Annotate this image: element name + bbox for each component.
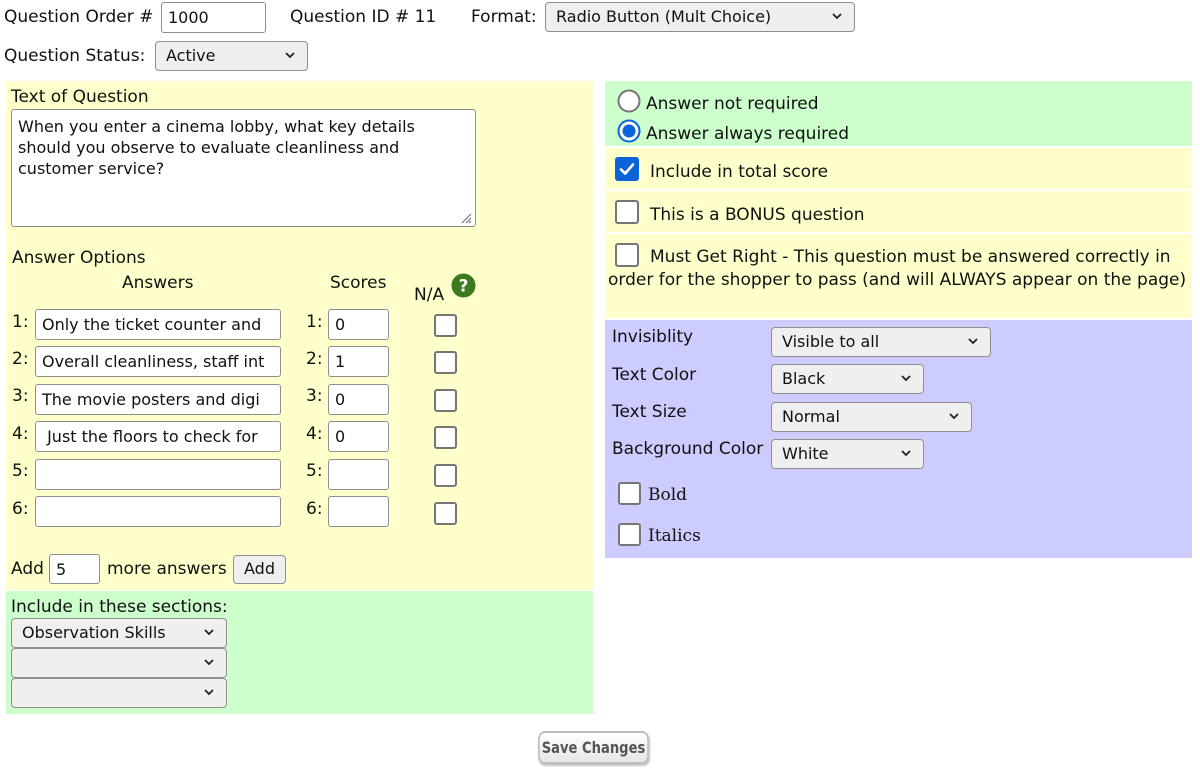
text-color-select[interactable]: Black <box>771 364 924 394</box>
bonus-label: This is a BONUS question <box>650 205 865 225</box>
format-label: Format: <box>471 7 537 27</box>
answer-number: 4: <box>12 424 29 444</box>
add-count-input[interactable]: 5 <box>49 554 100 584</box>
invisibility-label: Invisiblity <box>612 327 694 347</box>
invisibility-value: Visible to all <box>782 332 880 351</box>
text-size-value: Normal <box>782 407 840 426</box>
question-text-area[interactable]: When you enter a cinema lobby, what key … <box>11 109 476 227</box>
score-number: 2: <box>306 349 323 369</box>
score-number: 1: <box>306 312 323 332</box>
question-status-select[interactable]: Active <box>155 41 308 71</box>
answer-input[interactable]: Just the floors to check for <box>35 421 281 452</box>
answer-number: 6: <box>12 499 29 519</box>
question-id-label: Question ID # 11 <box>290 7 437 27</box>
na-checkbox[interactable] <box>434 389 457 412</box>
answer-input[interactable]: Overall cleanliness, staff int <box>35 346 281 377</box>
sections-label: Include in these sections: <box>11 597 228 617</box>
section-select-1[interactable]: Observation Skills <box>11 618 227 648</box>
chevron-down-icon <box>901 375 911 382</box>
answer-not-required-radio[interactable] <box>617 89 641 113</box>
question-text-label: Text of Question <box>11 87 149 107</box>
format-select[interactable]: Radio Button (Mult Choice) <box>545 2 855 32</box>
chevron-down-icon <box>204 629 214 636</box>
background-color-value: White <box>782 444 829 463</box>
score-number: 6: <box>306 499 323 519</box>
answer-number: 2: <box>12 349 29 369</box>
chevron-down-icon <box>204 659 214 666</box>
chevron-down-icon <box>901 450 911 457</box>
answer-input[interactable]: The movie posters and digi <box>35 384 281 415</box>
score-input[interactable]: 0 <box>328 384 389 415</box>
score-number: 3: <box>306 386 323 406</box>
answer-input[interactable] <box>35 496 281 527</box>
score-number: 4: <box>306 424 323 444</box>
chevron-down-icon <box>832 13 842 20</box>
answer-number: 3: <box>12 386 29 406</box>
answer-always-required-label: Answer always required <box>646 124 850 144</box>
answer-options-label: Answer Options <box>12 248 146 268</box>
help-icon[interactable]: ? <box>451 273 476 298</box>
text-color-label: Text Color <box>612 365 697 385</box>
na-column-header: N/A <box>414 285 445 305</box>
invisibility-select[interactable]: Visible to all <box>771 327 991 357</box>
score-input[interactable]: 0 <box>328 309 389 340</box>
answer-input[interactable] <box>35 459 281 490</box>
add-answers-button[interactable]: Add <box>233 555 286 584</box>
answer-input[interactable]: Only the ticket counter and <box>35 309 281 340</box>
save-changes-button[interactable]: Save Changes <box>538 731 649 764</box>
question-status-label: Question Status: <box>4 46 146 66</box>
chevron-down-icon <box>285 52 295 59</box>
italics-label: Italics <box>648 526 701 546</box>
chevron-down-icon <box>949 413 959 420</box>
answer-number: 5: <box>12 461 29 481</box>
resize-grip-icon[interactable] <box>458 210 472 224</box>
section-select-value: Observation Skills <box>22 623 166 642</box>
scores-column-header: Scores <box>330 273 387 293</box>
na-checkbox[interactable] <box>434 464 457 487</box>
text-color-value: Black <box>782 369 826 388</box>
question-status-value: Active <box>166 46 216 65</box>
answer-number: 1: <box>12 312 29 332</box>
score-input[interactable] <box>328 496 389 527</box>
score-number: 5: <box>306 461 323 481</box>
na-checkbox[interactable] <box>434 314 457 337</box>
question-order-label: Question Order # <box>4 7 154 27</box>
na-checkbox[interactable] <box>434 351 457 374</box>
na-checkbox[interactable] <box>434 426 457 449</box>
include-total-checkbox[interactable] <box>615 157 639 181</box>
question-order-input[interactable]: 1000 <box>161 2 266 33</box>
background-color-label: Background Color <box>612 439 764 459</box>
chevron-down-icon <box>204 689 214 696</box>
add-label: Add <box>11 559 44 579</box>
text-size-select[interactable]: Normal <box>771 402 972 432</box>
text-size-label: Text Size <box>612 402 687 422</box>
must-get-right-label: Must Get Right - This question must be a… <box>608 247 1187 290</box>
italics-checkbox[interactable] <box>618 523 641 546</box>
answer-not-required-label: Answer not required <box>646 94 819 114</box>
bold-checkbox[interactable] <box>618 482 641 505</box>
format-select-value: Radio Button (Mult Choice) <box>556 7 772 26</box>
score-input[interactable]: 0 <box>328 421 389 452</box>
bonus-checkbox[interactable] <box>615 200 639 224</box>
svg-text:?: ? <box>459 277 469 297</box>
answer-always-required-radio[interactable] <box>617 119 641 143</box>
more-answers-label: more answers <box>107 559 227 579</box>
bold-label: Bold <box>648 485 688 505</box>
section-select-3[interactable] <box>11 678 227 708</box>
checkmark-icon <box>619 163 635 175</box>
background-color-select[interactable]: White <box>771 439 924 469</box>
chevron-down-icon <box>968 338 978 345</box>
include-total-label: Include in total score <box>650 162 829 182</box>
answers-column-header: Answers <box>122 273 194 293</box>
score-input[interactable] <box>328 459 389 490</box>
score-input[interactable]: 1 <box>328 346 389 377</box>
na-checkbox[interactable] <box>434 502 457 525</box>
section-select-2[interactable] <box>11 648 227 678</box>
